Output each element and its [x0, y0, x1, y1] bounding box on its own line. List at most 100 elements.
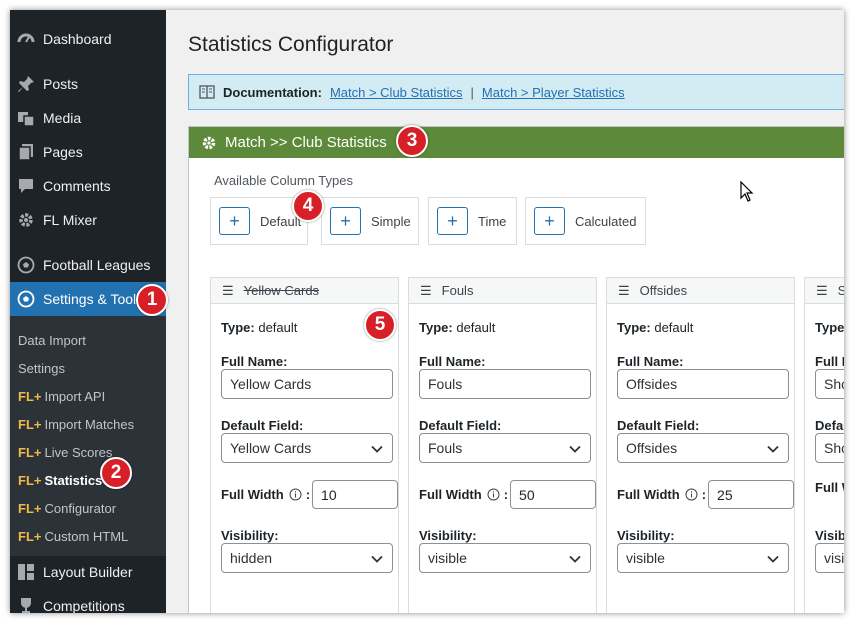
submenu-label: Live Scores — [44, 445, 113, 460]
menu-dashboard[interactable]: Dashboard — [10, 22, 166, 56]
full-name-label: Full Name: — [221, 354, 287, 369]
comment-icon — [16, 176, 36, 196]
app-window: Dashboard Posts Media Pages Comments FL … — [10, 10, 844, 613]
type-label: Type: — [221, 320, 255, 335]
submenu-label: Import Matches — [44, 417, 135, 432]
visibility-select[interactable]: hidden — [221, 543, 393, 573]
menu-media[interactable]: Media — [10, 101, 166, 135]
chevron-down-icon — [370, 442, 384, 456]
card-header[interactable]: ☰ S — [805, 278, 844, 304]
fl-prefix: FL+ — [18, 389, 42, 404]
full-name-input[interactable]: Fouls — [419, 369, 591, 399]
submenu-item-import-matches[interactable]: FL+ Import Matches — [18, 415, 134, 435]
full-width-label: Full Width — [221, 487, 284, 502]
add-simple-column-button[interactable]: + Simple — [321, 197, 419, 245]
full-width-row: Full Width — [815, 480, 844, 495]
media-icon — [16, 108, 36, 128]
default-field-select[interactable]: Sho — [815, 433, 844, 463]
type-row: Type: — [815, 320, 844, 335]
type-value: default — [258, 320, 298, 335]
menu-label: Pages — [43, 144, 83, 160]
submenu-label: Custom HTML — [44, 529, 129, 544]
select-value: visible — [626, 550, 665, 566]
info-icon[interactable] — [289, 488, 302, 501]
menu-football-leagues[interactable]: Football Leagues — [10, 248, 166, 282]
default-field-select[interactable]: Offsides — [617, 433, 789, 463]
menu-label: Dashboard — [43, 31, 112, 47]
submenu-item-settings[interactable]: Settings — [18, 359, 65, 379]
plus-icon: + — [219, 207, 250, 235]
card-header[interactable]: ☰ Yellow Cards — [211, 278, 398, 304]
visibility-select[interactable]: visible — [617, 543, 789, 573]
default-field-select[interactable]: Yellow Cards — [221, 433, 393, 463]
menu-comments[interactable]: Comments — [10, 169, 166, 203]
visibility-select[interactable]: visi — [815, 543, 844, 573]
menu-posts[interactable]: Posts — [10, 67, 166, 101]
gear-icon — [201, 135, 217, 151]
annotation-badge-2: 2 — [100, 457, 132, 489]
visibility-select[interactable]: visible — [419, 543, 591, 573]
label-text: Visibility: — [419, 528, 477, 543]
type-label: Type: — [419, 320, 453, 335]
drag-handle-icon[interactable]: ☰ — [618, 283, 630, 299]
documentation-bar: Documentation: Match > Club Statistics |… — [188, 74, 844, 110]
card-header[interactable]: ☰ Fouls — [409, 278, 596, 304]
column-card-offsides: ☰ Offsides Type: default Full Name: Offs… — [606, 277, 795, 613]
full-width-row: Full Width : 10 — [221, 480, 399, 509]
book-icon — [199, 85, 215, 99]
submenu-settings-tools: Data Import Settings FL+ Import API FL+ Im… — [10, 316, 166, 556]
page-title: Statistics Configurator — [188, 33, 394, 56]
full-name-input[interactable]: Yellow Cards — [221, 369, 393, 399]
menu-label: Layout Builder — [43, 564, 133, 580]
menu-pages[interactable]: Pages — [10, 135, 166, 169]
submenu-item-custom-html[interactable]: FL+ Custom HTML — [18, 527, 128, 547]
visibility-label: Visibility: — [815, 528, 844, 543]
documentation-label: Documentation: — [223, 84, 322, 100]
add-time-column-button[interactable]: + Time — [428, 197, 517, 245]
drag-handle-icon[interactable]: ☰ — [420, 283, 432, 299]
full-name-input[interactable]: Sho — [815, 369, 844, 399]
menu-competitions[interactable]: Competitions — [10, 589, 166, 613]
dashboard-icon — [16, 29, 36, 49]
select-value: Offsides — [626, 440, 678, 456]
visibility-label: Visibility: — [617, 528, 675, 543]
doc-link-player-statistics[interactable]: Match > Player Statistics — [482, 85, 625, 100]
submenu-item-statistics[interactable]: FL+ Statistics — [18, 471, 102, 491]
full-name-label: Full Name: — [815, 354, 844, 369]
drag-handle-icon[interactable]: ☰ — [222, 283, 234, 299]
label-text: Default Field: — [617, 418, 700, 433]
label-text: Full Name: — [221, 354, 288, 369]
full-width-input[interactable]: 25 — [708, 480, 795, 509]
doc-link-club-statistics[interactable]: Match > Club Statistics — [330, 85, 463, 100]
card-title: Yellow Cards — [243, 283, 320, 298]
label-text: Visibility: — [617, 528, 675, 543]
full-width-input[interactable]: 50 — [510, 480, 597, 509]
drag-handle-icon[interactable]: ☰ — [816, 283, 828, 299]
menu-label: Competitions — [43, 598, 125, 613]
full-name-input[interactable]: Offsides — [617, 369, 789, 399]
info-icon[interactable] — [487, 488, 500, 501]
submenu-label: Configurator — [44, 501, 117, 516]
label-text: Default Field: — [815, 418, 844, 433]
label-text: Full Name: — [815, 354, 844, 369]
main-content: Statistics Configurator Documentation: M… — [166, 10, 844, 613]
gear-icon — [16, 210, 36, 230]
info-icon[interactable] — [685, 488, 698, 501]
menu-fl-mixer[interactable]: FL Mixer — [10, 203, 166, 237]
default-field-select[interactable]: Fouls — [419, 433, 591, 463]
submenu-item-import-api[interactable]: FL+ Import API — [18, 387, 105, 407]
column-type-label: Calculated — [575, 213, 637, 229]
submenu-item-live-scores[interactable]: FL+ Live Scores — [18, 443, 112, 463]
column-card-fouls: ☰ Fouls Type: default Full Name: Fouls D… — [408, 277, 597, 613]
fl-prefix: FL+ — [18, 529, 42, 544]
default-field-label: Default Field: — [815, 418, 844, 433]
add-calculated-column-button[interactable]: + Calculated — [525, 197, 646, 245]
layout-icon — [16, 562, 36, 582]
submenu-item-data-import[interactable]: Data Import — [18, 331, 86, 351]
submenu-label: Settings — [18, 361, 65, 376]
submenu-item-configurator[interactable]: FL+ Configurator — [18, 499, 116, 519]
full-width-input[interactable]: 10 — [312, 480, 399, 509]
card-header[interactable]: ☰ Offsides — [607, 278, 794, 304]
chevron-down-icon — [766, 442, 780, 456]
menu-layout-builder[interactable]: Layout Builder — [10, 555, 166, 589]
